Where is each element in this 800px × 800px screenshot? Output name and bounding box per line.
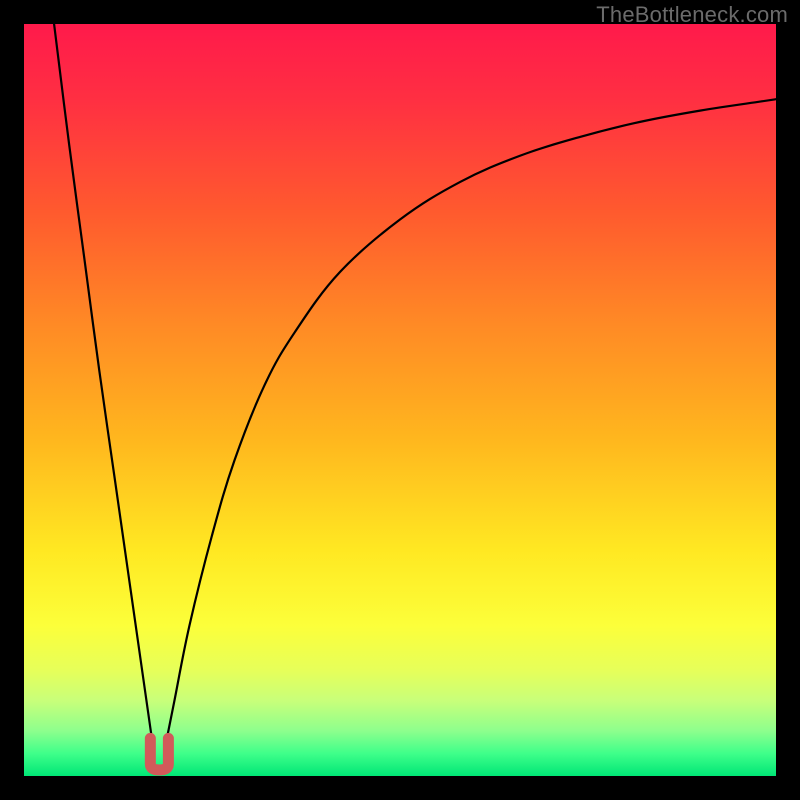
- gradient-background: [24, 24, 776, 776]
- chart-frame: [24, 24, 776, 776]
- watermark-text: TheBottleneck.com: [596, 2, 788, 28]
- bottleneck-chart: [24, 24, 776, 776]
